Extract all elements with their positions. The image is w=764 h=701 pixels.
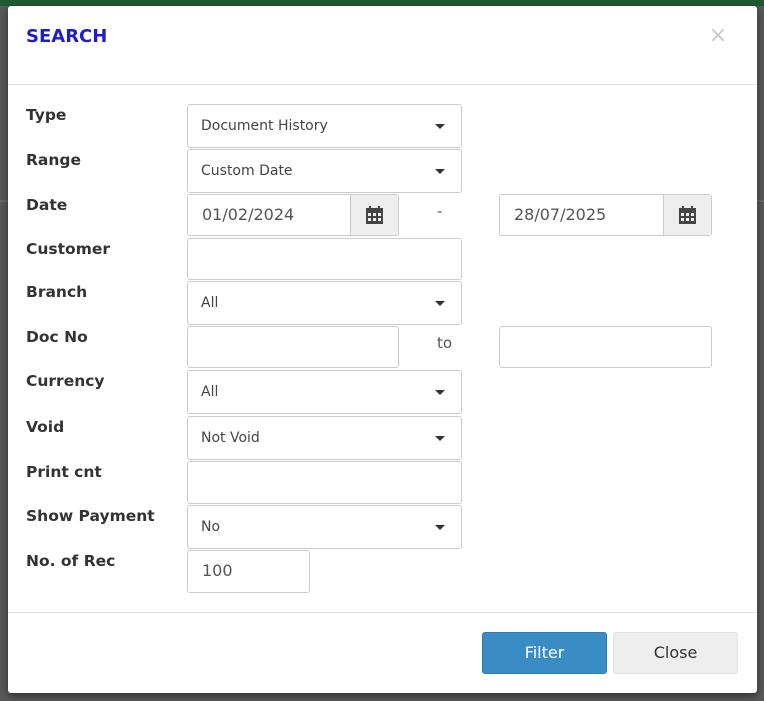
void-label: Void xyxy=(26,418,65,436)
date-from-input[interactable]: 01/02/2024 xyxy=(187,194,399,236)
print-cnt-label: Print cnt xyxy=(26,463,102,481)
range-label: Range xyxy=(26,151,82,169)
modal-footer-divider xyxy=(8,612,757,613)
modal-title: SEARCH xyxy=(26,26,108,47)
date-from-value: 01/02/2024 xyxy=(202,205,295,224)
caret-down-icon xyxy=(435,525,445,530)
no-of-rec-label: No. of Rec xyxy=(26,552,116,570)
caret-down-icon xyxy=(435,436,445,441)
caret-down-icon xyxy=(435,301,445,306)
calendar-icon xyxy=(679,206,696,224)
caret-down-icon xyxy=(435,169,445,174)
branch-select[interactable]: All xyxy=(187,281,462,325)
date-from-calendar-button[interactable] xyxy=(350,195,398,235)
close-icon[interactable]: × xyxy=(708,22,728,50)
show-payment-select-value: No xyxy=(201,519,221,535)
search-modal: SEARCH × Type Document History Range Cus… xyxy=(8,6,757,693)
calendar-icon xyxy=(366,206,383,224)
background-table-line xyxy=(757,200,764,202)
caret-down-icon xyxy=(435,124,445,129)
modal-header: SEARCH × xyxy=(8,6,757,85)
date-range-separator: - xyxy=(437,202,443,220)
customer-input[interactable] xyxy=(187,238,462,280)
no-of-rec-value: 100 xyxy=(202,561,233,580)
doc-no-separator: to xyxy=(437,334,453,352)
range-select-value: Custom Date xyxy=(201,163,293,179)
branch-label: Branch xyxy=(26,283,88,301)
show-payment-label: Show Payment xyxy=(26,507,155,525)
customer-label: Customer xyxy=(26,240,111,258)
void-select[interactable]: Not Void xyxy=(187,416,462,460)
branch-select-value: All xyxy=(201,295,219,311)
date-to-calendar-button[interactable] xyxy=(663,195,711,235)
void-select-value: Not Void xyxy=(201,430,260,446)
date-label: Date xyxy=(26,196,68,214)
no-of-rec-input[interactable]: 100 xyxy=(187,550,310,593)
currency-select[interactable]: All xyxy=(187,370,462,414)
doc-no-to-input[interactable] xyxy=(499,326,712,368)
caret-down-icon xyxy=(435,390,445,395)
currency-select-value: All xyxy=(201,384,219,400)
type-select[interactable]: Document History xyxy=(187,104,462,148)
close-button[interactable]: Close xyxy=(613,632,738,674)
show-payment-select[interactable]: No xyxy=(187,505,462,549)
filter-button[interactable]: Filter xyxy=(482,632,607,674)
range-select[interactable]: Custom Date xyxy=(187,149,462,193)
doc-no-from-input[interactable] xyxy=(187,326,399,368)
type-label: Type xyxy=(26,106,67,124)
type-select-value: Document History xyxy=(201,118,328,134)
background-table-line xyxy=(0,200,8,202)
currency-label: Currency xyxy=(26,372,105,390)
print-cnt-input[interactable] xyxy=(187,461,462,504)
date-to-input[interactable]: 28/07/2025 xyxy=(499,194,712,236)
doc-no-label: Doc No xyxy=(26,328,88,346)
date-to-value: 28/07/2025 xyxy=(514,205,607,224)
